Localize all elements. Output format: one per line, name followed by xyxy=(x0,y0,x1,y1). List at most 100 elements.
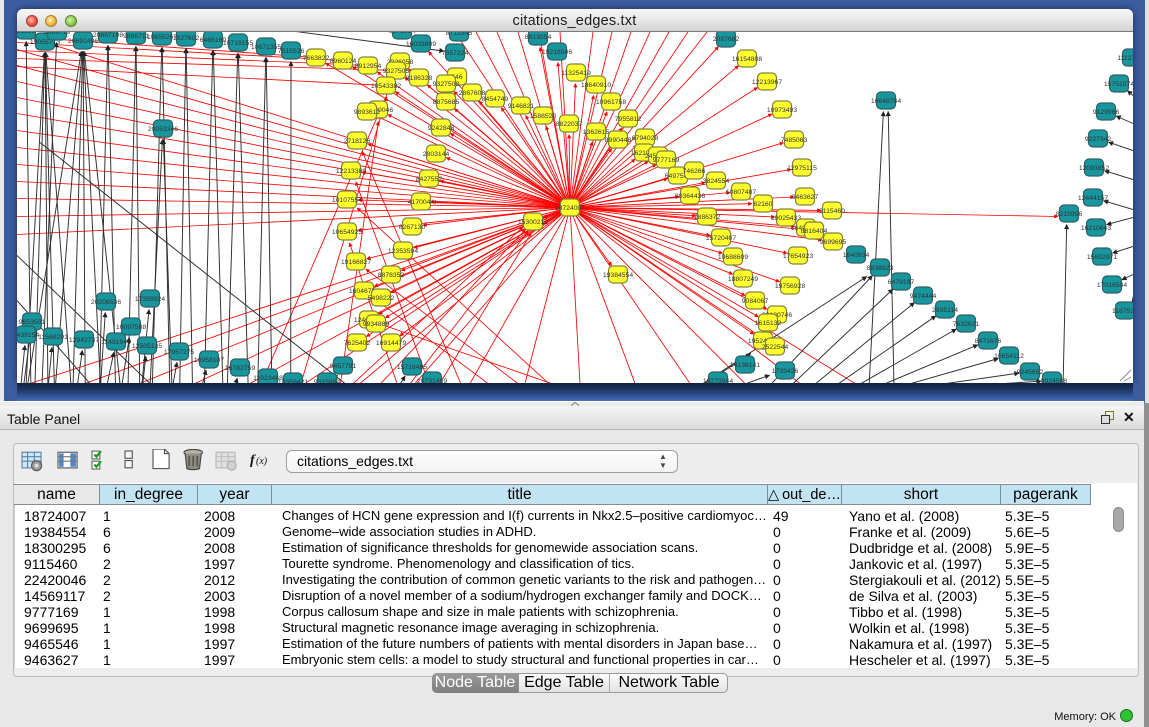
svg-text:1615132: 1615132 xyxy=(755,320,782,327)
svg-text:10097588: 10097588 xyxy=(116,324,146,331)
svg-text:19166827: 19166827 xyxy=(341,259,371,266)
svg-text:12353594: 12353594 xyxy=(388,248,418,255)
svg-text:12942737: 12942737 xyxy=(69,337,99,344)
svg-text:10654112: 10654112 xyxy=(994,353,1024,360)
svg-text:1733426: 1733426 xyxy=(772,368,799,375)
svg-text:9129966: 9129966 xyxy=(1093,109,1120,116)
svg-text:7886372: 7886372 xyxy=(694,214,721,221)
svg-text:17654923: 17654923 xyxy=(783,253,813,260)
svg-text:8471676: 8471676 xyxy=(975,338,1002,345)
svg-text:9893612: 9893612 xyxy=(354,109,381,116)
svg-text:8427552: 8427552 xyxy=(416,176,443,183)
svg-text:2522544: 2522544 xyxy=(762,344,789,351)
svg-text:1362615: 1362615 xyxy=(583,129,610,136)
svg-text:6479197: 6479197 xyxy=(888,279,915,286)
svg-text:19384554: 19384554 xyxy=(603,272,633,279)
svg-text:16782759: 16782759 xyxy=(225,365,255,372)
svg-text:(x): (x) xyxy=(256,456,268,467)
svg-text:16648784: 16648784 xyxy=(871,98,901,105)
svg-text:9146821: 9146821 xyxy=(508,103,535,110)
svg-text:9327505: 9327505 xyxy=(383,68,410,75)
svg-text:7515526: 7515526 xyxy=(278,48,305,55)
svg-text:9327508: 9327508 xyxy=(433,81,460,88)
svg-text:18807249: 18807249 xyxy=(728,276,758,283)
svg-text:10961758: 10961758 xyxy=(596,99,626,106)
svg-text:2089719: 2089719 xyxy=(44,32,71,36)
svg-text:16914479: 16914479 xyxy=(376,340,406,347)
svg-text:15751074: 15751074 xyxy=(1104,81,1133,88)
svg-text:11451944: 11451944 xyxy=(101,339,131,346)
svg-text:12975115: 12975115 xyxy=(787,165,817,172)
svg-text:10958107: 10958107 xyxy=(194,357,224,364)
svg-text:9886711: 9886711 xyxy=(123,33,149,40)
svg-text:5498222: 5498222 xyxy=(368,295,395,302)
svg-text:15300213: 15300213 xyxy=(518,219,548,226)
svg-text:9242848: 9242848 xyxy=(428,125,455,132)
svg-text:18724007: 18724007 xyxy=(555,205,585,212)
svg-text:17359924: 17359924 xyxy=(135,296,165,303)
svg-text:8990448: 8990448 xyxy=(605,137,632,144)
svg-text:9457791: 9457791 xyxy=(330,363,357,370)
svg-text:10543382: 10543382 xyxy=(371,83,401,90)
svg-text:17957275: 17957275 xyxy=(164,349,194,356)
svg-text:9115460: 9115460 xyxy=(819,208,845,215)
svg-text:8267130: 8267130 xyxy=(399,224,426,231)
svg-text:10973493: 10973493 xyxy=(767,107,797,114)
svg-text:8878352: 8878352 xyxy=(378,272,405,279)
svg-text:9245652: 9245652 xyxy=(1017,369,1044,376)
svg-text:9934889: 9934889 xyxy=(363,321,390,328)
svg-text:12213967: 12213967 xyxy=(752,79,782,86)
svg-text:18640910: 18640910 xyxy=(581,82,611,89)
svg-text:10807487: 10807487 xyxy=(726,189,756,196)
svg-text:10688609: 10688609 xyxy=(718,254,748,261)
svg-text:2087682: 2087682 xyxy=(713,36,740,43)
svg-text:2803144: 2803144 xyxy=(423,151,450,158)
svg-text:11325419: 11325419 xyxy=(561,70,591,77)
svg-text:8186328: 8186328 xyxy=(406,75,433,82)
svg-text:8960124: 8960124 xyxy=(330,58,357,65)
svg-text:8938923: 8938923 xyxy=(867,265,894,272)
svg-text:19218506: 19218506 xyxy=(542,49,572,56)
svg-text:9653501: 9653501 xyxy=(19,319,46,326)
svg-text:9463627: 9463627 xyxy=(792,194,819,201)
svg-text:9777169: 9777169 xyxy=(653,157,680,164)
svg-text:746266: 746266 xyxy=(683,168,706,175)
svg-text:7632621: 7632621 xyxy=(953,321,980,328)
svg-text:1527602: 1527602 xyxy=(173,35,200,42)
svg-text:7357224: 7357224 xyxy=(442,50,469,57)
svg-text:12093852: 12093852 xyxy=(1079,165,1109,172)
svg-text:20897198: 20897198 xyxy=(93,32,123,39)
svg-text:7955812: 7955812 xyxy=(615,116,642,123)
svg-text:16154808: 16154808 xyxy=(732,56,762,63)
svg-text:7625402: 7625402 xyxy=(344,340,371,347)
svg-text:10719155: 10719155 xyxy=(223,40,253,47)
svg-text:16210643: 16210643 xyxy=(1081,225,1111,232)
svg-text:1640934: 1640934 xyxy=(843,252,870,259)
svg-text:12444157: 12444157 xyxy=(1078,195,1108,202)
svg-text:1167533: 1167533 xyxy=(1112,308,1133,315)
svg-text:9439154: 9439154 xyxy=(17,332,39,339)
svg-text:3824554: 3824554 xyxy=(703,178,730,185)
svg-text:1588520: 1588520 xyxy=(530,113,557,120)
svg-text:15716485: 15716485 xyxy=(397,364,427,371)
svg-text:62160: 62160 xyxy=(754,201,773,208)
svg-text:8816404: 8816404 xyxy=(801,228,828,235)
svg-text:8712345: 8712345 xyxy=(446,32,473,37)
svg-text:9474444: 9474444 xyxy=(910,293,937,300)
svg-text:4170044: 4170044 xyxy=(408,199,435,206)
svg-text:10654925: 10654925 xyxy=(332,229,362,236)
svg-text:10671355: 10671355 xyxy=(251,44,281,51)
svg-text:11568291: 11568291 xyxy=(38,334,68,341)
svg-text:20691406: 20691406 xyxy=(68,38,98,45)
svg-text:12505135: 12505135 xyxy=(132,343,162,350)
svg-text:16033809: 16033809 xyxy=(406,41,436,48)
svg-text:7485063: 7485063 xyxy=(781,137,808,144)
svg-text:15720407: 15720407 xyxy=(706,235,736,242)
svg-text:12213389: 12213389 xyxy=(336,168,366,175)
svg-text:14136141: 14136141 xyxy=(730,362,760,369)
svg-text:7663822: 7663822 xyxy=(303,55,330,62)
svg-text:8454749: 8454749 xyxy=(482,96,509,103)
svg-text:2935114: 2935114 xyxy=(932,307,958,314)
svg-text:2718126: 2718126 xyxy=(344,138,371,145)
svg-text:20053346: 20053346 xyxy=(148,126,178,133)
